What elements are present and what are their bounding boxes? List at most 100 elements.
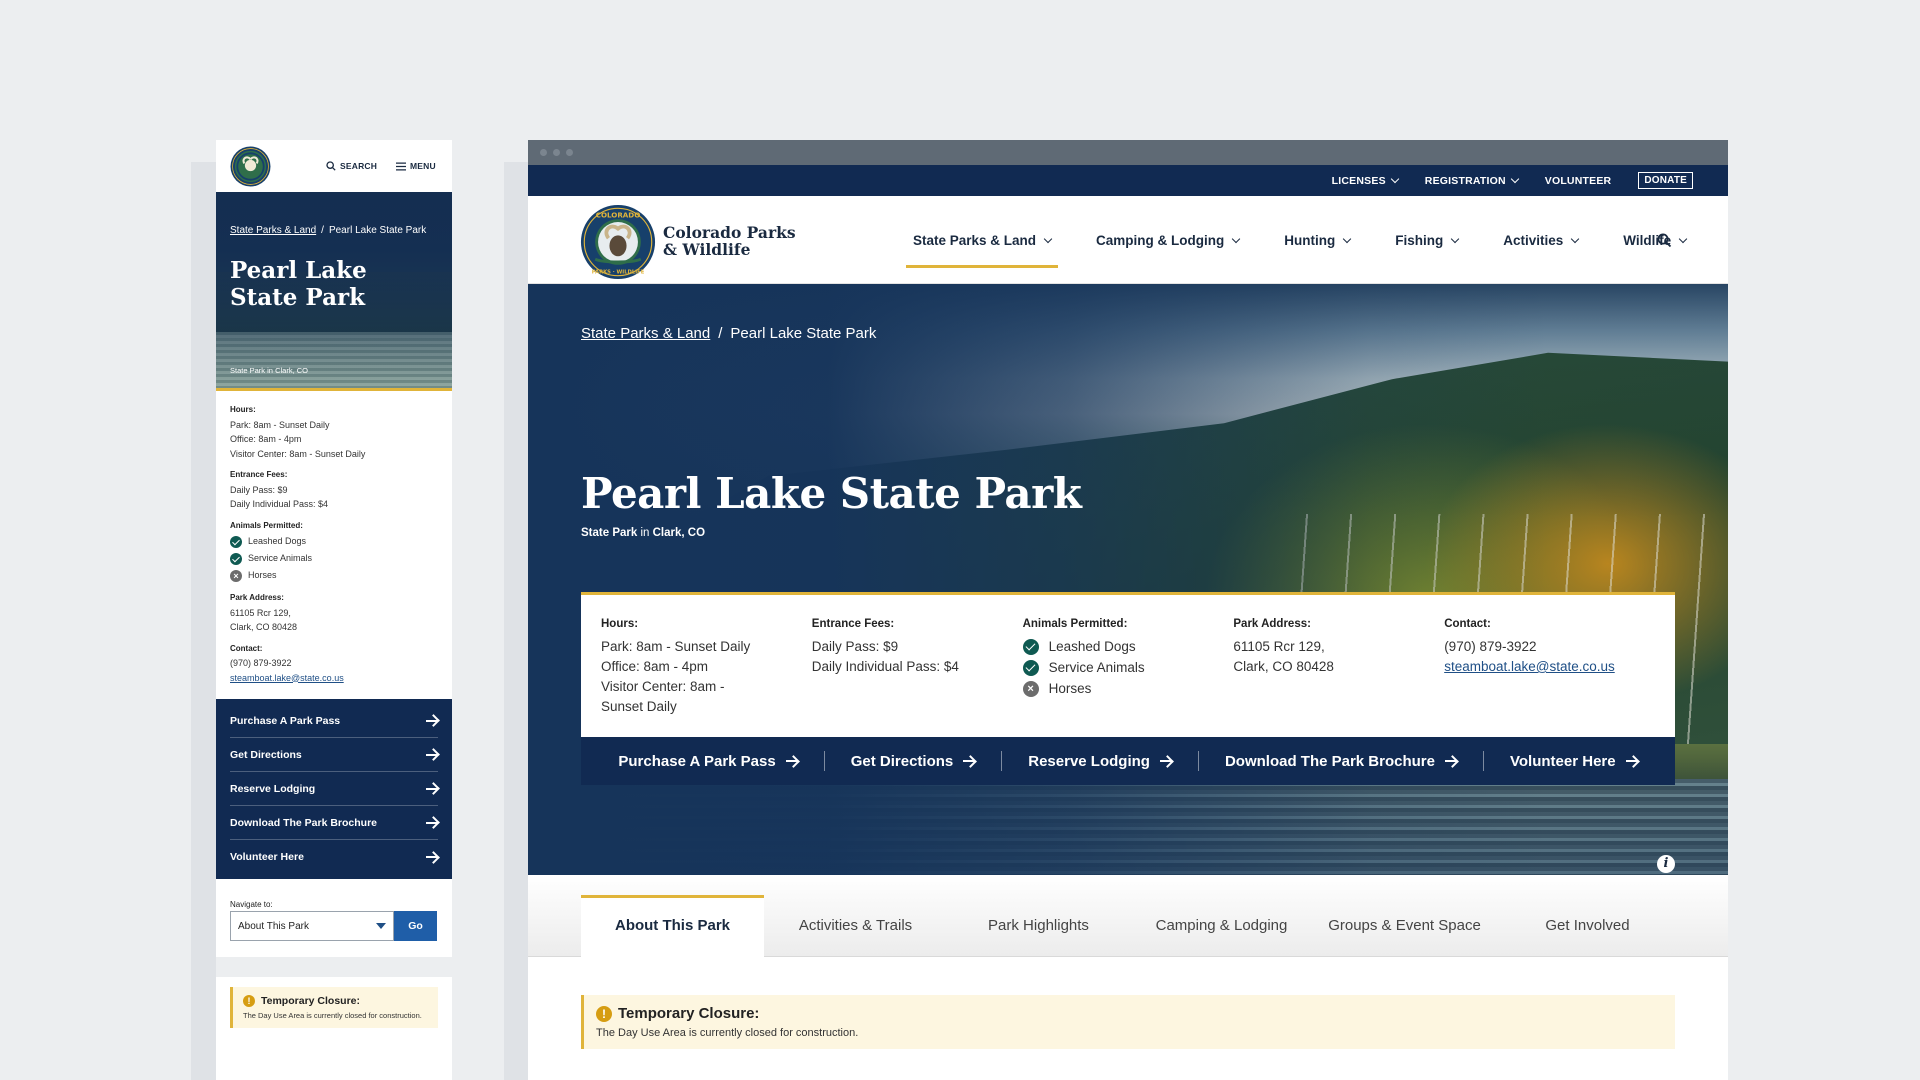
volunteer-link[interactable]: Volunteer Here: [230, 840, 438, 874]
animal-item: Leashed Dogs: [230, 533, 438, 550]
mobile-hero: State Parks & Land / Pearl Lake State Pa…: [216, 192, 452, 388]
page-subtitle: State Park in Clark, CO: [581, 527, 706, 539]
breadcrumb-parent-link[interactable]: State Parks & Land: [581, 325, 710, 342]
logo-text: PARKS · WILDLIFE: [592, 269, 645, 275]
reserve-lodging-link[interactable]: Reserve Lodging: [230, 772, 438, 806]
nav-camping-lodging[interactable]: Camping & Lodging: [1089, 196, 1246, 284]
fee-line: Daily Individual Pass: $4: [811, 659, 959, 674]
animal-item: Service Animals: [230, 550, 438, 567]
logo-text: COLORADO: [596, 210, 641, 219]
nav-hunting[interactable]: Hunting: [1277, 196, 1357, 284]
page-title: Pearl Lake State Park: [581, 469, 1082, 518]
hours-line: Park: 8am - Sunset Daily: [601, 639, 751, 654]
download-brochure-link[interactable]: Download The Park Brochure: [230, 806, 438, 840]
address-line: 61105 Rcr 129,: [1233, 639, 1325, 654]
tab-get-involved[interactable]: Get Involved: [1496, 895, 1679, 957]
mobile-header: SEARCH MENU: [216, 140, 452, 192]
desktop-preview: LICENSES REGISTRATION VOLUNTEER DONATE C…: [528, 140, 1728, 1080]
fee-line: Daily Pass: $9: [230, 484, 288, 495]
nav-fishing[interactable]: Fishing: [1388, 196, 1465, 284]
fee-line: Daily Pass: $9: [811, 639, 899, 654]
utility-volunteer[interactable]: VOLUNTEER: [1545, 175, 1612, 187]
tab-groups-event-space[interactable]: Groups & Event Space: [1313, 895, 1496, 957]
arrow-right-icon: [426, 856, 438, 858]
navigate-label: Navigate to:: [230, 900, 273, 909]
chevron-down-icon: [1343, 234, 1352, 243]
chevron-down-icon: [1510, 174, 1519, 184]
arrow-right-icon: [426, 719, 438, 722]
arrow-right-icon: [1445, 760, 1457, 762]
mobile-action-list: Purchase A Park Pass Get Directions Rese…: [216, 699, 452, 879]
chevron-down-icon: [1390, 174, 1400, 184]
info-icon[interactable]: i: [1657, 855, 1675, 873]
download-brochure-link[interactable]: Download The Park Brochure: [1197, 751, 1483, 771]
breadcrumb-separator: /: [321, 225, 324, 236]
reserve-lodging-link[interactable]: Reserve Lodging: [1001, 751, 1198, 771]
mobile-menu-button[interactable]: MENU: [396, 161, 436, 171]
check-circle-icon: [230, 535, 242, 548]
arrow-right-icon: [426, 821, 438, 824]
tab-park-highlights[interactable]: Park Highlights: [947, 895, 1130, 957]
nav-wildlife[interactable]: Wildlife: [1616, 196, 1693, 284]
search-icon[interactable]: [1657, 233, 1672, 248]
go-button[interactable]: Go: [394, 911, 437, 941]
tab-about-this-park[interactable]: About This Park: [581, 895, 764, 957]
utility-licenses[interactable]: LICENSES: [1332, 174, 1400, 187]
animals-label: Animals Permitted:: [230, 520, 303, 530]
animal-item: × Horses: [1022, 677, 1234, 700]
email-link[interactable]: steamboat.lake@state.co.us: [230, 673, 344, 683]
arrow-right-icon: [426, 787, 438, 790]
search-icon: [326, 161, 336, 171]
mobile-section-nav: Navigate to: About This Park Go: [216, 879, 452, 957]
address-line: 61105 Rcr 129,: [230, 607, 291, 618]
hero: State Parks & Land / Pearl Lake State Pa…: [528, 284, 1728, 875]
address-label: Park Address:: [1233, 618, 1311, 630]
main-nav: COLORADO PARKS · WILDLIFE Colorado Parks…: [528, 196, 1728, 284]
volunteer-link[interactable]: Volunteer Here: [1483, 751, 1664, 771]
x-circle-icon: ×: [230, 569, 242, 582]
purchase-pass-link[interactable]: Purchase A Park Pass: [592, 751, 823, 771]
page-subtitle: State Park in Clark, CO: [230, 366, 308, 375]
check-circle-icon: [1022, 659, 1039, 676]
x-circle-icon: ×: [1022, 680, 1039, 697]
mobile-preview: SEARCH MENU State Parks & Land / Pearl L…: [216, 140, 452, 1080]
cpw-logo[interactable]: [230, 146, 271, 187]
arrow-right-icon: [785, 760, 798, 762]
breadcrumb-current: Pearl Lake State Park: [730, 325, 877, 342]
donate-button[interactable]: DONATE: [1638, 172, 1693, 189]
caret-down-icon: [376, 923, 386, 929]
park-facts-card: Hours: Park: 8am - Sunset Daily Office: …: [581, 592, 1675, 785]
email-link[interactable]: steamboat.lake@state.co.us: [1444, 659, 1615, 674]
section-select[interactable]: About This Park: [230, 911, 394, 941]
window-dot: [540, 149, 547, 156]
animals-column: Animals Permitted: Leashed Dogs Service …: [1022, 614, 1234, 717]
get-directions-link[interactable]: Get Directions: [230, 738, 438, 772]
tab-activities-trails[interactable]: Activities & Trails: [764, 895, 947, 957]
window-dot: [566, 149, 573, 156]
get-directions-link[interactable]: Get Directions: [823, 751, 1002, 771]
cpw-logo[interactable]: COLORADO PARKS · WILDLIFE: [580, 204, 656, 280]
primary-nav: State Parks & Land Camping & Lodging Hun…: [906, 196, 1724, 284]
hours-line: Visitor Center: 8am - Sunset Daily: [601, 679, 725, 714]
tab-camping-lodging[interactable]: Camping & Lodging: [1130, 895, 1313, 957]
chevron-down-icon: [1043, 234, 1053, 243]
arrow-right-icon: [963, 760, 976, 762]
utility-registration[interactable]: REGISTRATION: [1425, 174, 1519, 187]
address-column: Park Address: 61105 Rcr 129, Clark, CO 8…: [1233, 614, 1444, 717]
mobile-alert: ! Temporary Closure: The Day Use Area is …: [230, 987, 438, 1028]
check-circle-icon: [230, 552, 242, 565]
purchase-pass-link[interactable]: Purchase A Park Pass: [230, 704, 438, 738]
mobile-search-button[interactable]: SEARCH: [326, 161, 377, 171]
arrow-right-icon: [426, 753, 438, 756]
phone: (970) 879-3922: [230, 658, 292, 668]
nav-state-parks[interactable]: State Parks & Land: [906, 196, 1059, 284]
brand-name[interactable]: Colorado Parks & Wildlife: [663, 224, 796, 258]
address-line: Clark, CO 80428: [1233, 659, 1334, 674]
nav-activities[interactable]: Activities: [1496, 196, 1585, 284]
breadcrumb-parent-link[interactable]: State Parks & Land: [230, 225, 316, 236]
alert-icon: !: [243, 995, 255, 1007]
alert-text: The Day Use Area is currently closed for…: [596, 1027, 859, 1039]
closure-alert: ! Temporary Closure: The Day Use Area is …: [581, 995, 1675, 1049]
hours-label: Hours:: [230, 405, 256, 414]
contact-label: Contact:: [230, 643, 263, 653]
